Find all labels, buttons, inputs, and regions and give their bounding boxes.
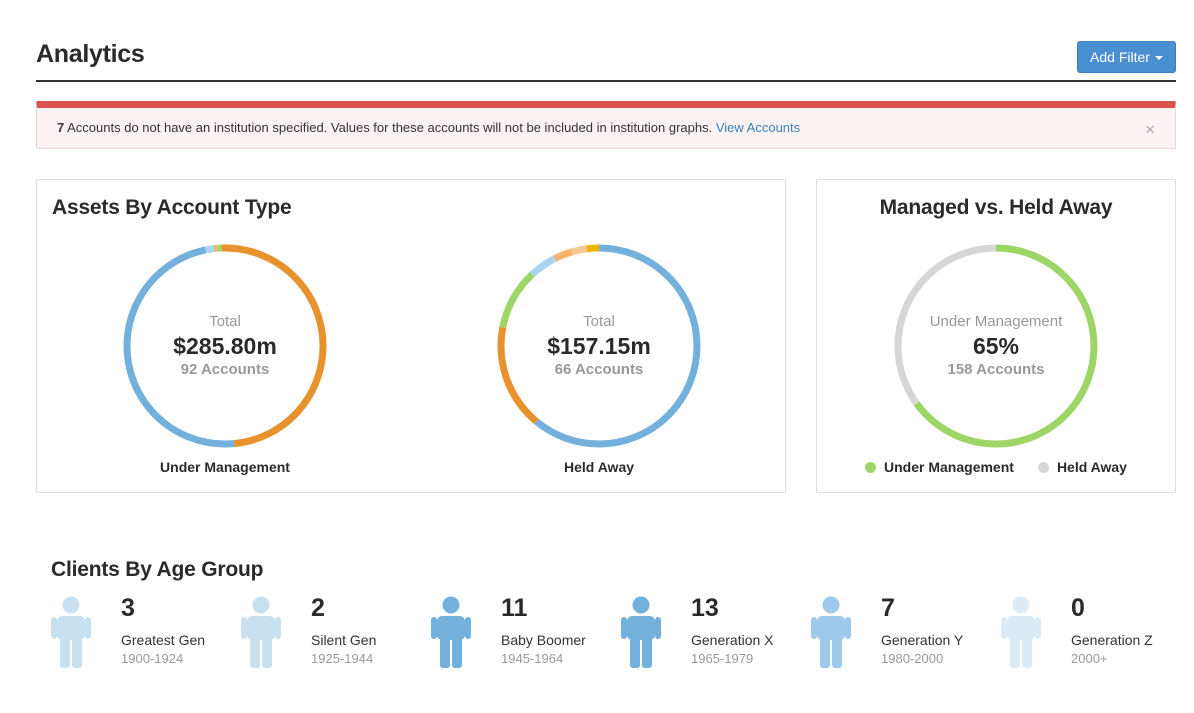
age-group-baby-boomer[interactable]: 11 Baby Boomer 1945-1964	[431, 594, 601, 669]
legend-label: Under Management	[884, 459, 1014, 475]
legend-dot	[1037, 461, 1049, 473]
age-group-range: 1965-1979	[691, 651, 754, 666]
age-group-generation-z[interactable]: 0 Generation Z 2000+	[1001, 594, 1171, 669]
age-group-generation-y[interactable]: 7 Generation Y 1980-2000	[811, 594, 981, 669]
donut-percent: 65%	[972, 333, 1020, 359]
age-group-name: Generation Y	[881, 632, 964, 648]
person-icon	[811, 596, 851, 668]
age-group-range: 2000+	[1071, 651, 1108, 666]
person-icon	[51, 596, 91, 668]
managed-legend: Under Management Held Away	[817, 459, 1175, 475]
age-group-count: 2	[311, 594, 325, 622]
person-icon	[241, 596, 281, 668]
add-filter-label: Add Filter	[1090, 49, 1150, 65]
age-group-count: 13	[691, 594, 719, 622]
managed-donut[interactable]: Under Management 65% 158 Accounts	[891, 241, 1101, 451]
donut-label: Under Management	[929, 313, 1063, 330]
page-title: Analytics	[36, 40, 145, 68]
close-icon[interactable]: ×	[1145, 121, 1155, 138]
age-group-count: 3	[121, 594, 135, 622]
legend-item-held-away[interactable]: Held Away	[1037, 459, 1127, 475]
add-filter-button[interactable]: Add Filter	[1077, 41, 1176, 73]
under-management-donut[interactable]: Total $285.80m 92 Accounts	[120, 241, 330, 451]
assets-panel-title: Assets By Account Type	[52, 196, 292, 219]
person-icon	[621, 596, 661, 668]
age-group-count: 7	[881, 594, 895, 622]
age-group-generation-x[interactable]: 13 Generation X 1965-1979	[621, 594, 791, 669]
age-group-count: 0	[1071, 594, 1085, 622]
donut-total-label: Total	[583, 313, 615, 330]
age-section-title: Clients By Age Group	[51, 558, 264, 581]
held-away-caption: Held Away	[563, 459, 635, 475]
assets-by-account-type-panel: Assets By Account Type Total $285.80m 92…	[36, 179, 786, 493]
institution-alert: 7 Accounts do not have an institution sp…	[36, 101, 1176, 149]
legend-label: Held Away	[1056, 459, 1127, 475]
caret-down-icon	[1154, 56, 1163, 60]
age-group-range: 1945-1964	[501, 651, 564, 666]
age-group-range: 1900-1924	[121, 651, 184, 666]
alert-text: Accounts do not have an institution spec…	[64, 120, 716, 135]
person-icon	[1001, 596, 1041, 668]
alert-message: 7 Accounts do not have an institution sp…	[57, 120, 800, 135]
donut-account-count: 66 Accounts	[554, 361, 644, 378]
person-icon	[431, 596, 471, 668]
age-group-name: Greatest Gen	[121, 632, 206, 648]
age-group-count: 11	[501, 594, 528, 622]
managed-panel-title: Managed vs. Held Away	[879, 196, 1113, 219]
view-accounts-link[interactable]: View Accounts	[716, 120, 800, 135]
legend-dot	[865, 461, 877, 473]
age-group-name: Silent Gen	[311, 632, 377, 648]
age-group-range: 1980-2000	[881, 651, 944, 666]
age-group-name: Generation X	[691, 632, 774, 648]
age-group-range: 1925-1944	[311, 651, 374, 666]
age-group-silent-gen[interactable]: 2 Silent Gen 1925-1944	[241, 594, 411, 669]
age-group-name: Generation Z	[1071, 632, 1153, 648]
donut-total-label: Total	[209, 313, 241, 330]
donut-total-value: $157.15m	[547, 333, 651, 359]
donut-total-value: $285.80m	[173, 333, 277, 359]
donut-center: Total $285.80m 92 Accounts	[120, 241, 330, 451]
donut-center: Under Management 65% 158 Accounts	[891, 241, 1101, 451]
age-group-name: Baby Boomer	[501, 632, 586, 648]
held-away-donut[interactable]: Total $157.15m 66 Accounts	[494, 241, 704, 451]
under-management-caption: Under Management	[160, 459, 290, 475]
legend-item-under-management[interactable]: Under Management	[865, 459, 1014, 475]
age-group-greatest-gen[interactable]: 3 Greatest Gen 1900-1924	[51, 594, 221, 669]
donut-account-count: 92 Accounts	[180, 361, 270, 378]
donut-center: Total $157.15m 66 Accounts	[494, 241, 704, 451]
donut-account-count: 158 Accounts	[947, 361, 1045, 378]
page-header: Analytics Add Filter	[36, 36, 1176, 82]
managed-vs-held-away-panel: Managed vs. Held Away Under Management 6…	[816, 179, 1176, 493]
